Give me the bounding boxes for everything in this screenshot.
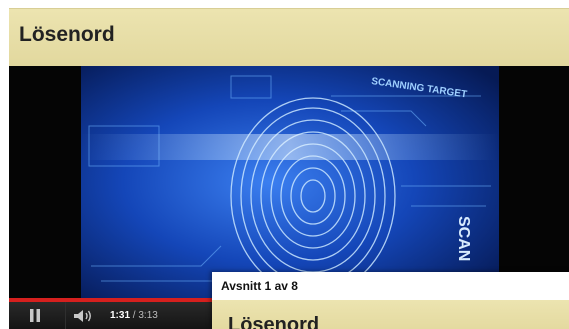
page: Lösenord SCANNING TARGET SCAN 1:31 / 3:1…: [0, 0, 569, 329]
duration: 3:13: [138, 310, 158, 321]
chapter-panel: Avsnitt 1 av 8 Lösenord: [212, 272, 569, 329]
volume-icon: [73, 309, 91, 322]
volume-button[interactable]: [65, 302, 99, 329]
scan-text: SCAN: [455, 216, 472, 261]
page-title: Lösenord: [19, 23, 115, 46]
chapter-title: Lösenord: [228, 314, 320, 329]
chapter-card[interactable]: Lösenord: [212, 300, 569, 329]
chapter-counter: Avsnitt 1 av 8: [221, 279, 298, 293]
video-frame[interactable]: SCANNING TARGET SCAN: [81, 66, 499, 298]
time-display: 1:31 / 3:13: [110, 310, 158, 321]
current-time: 1:31: [110, 310, 131, 321]
page-header: Lösenord: [9, 8, 569, 66]
pause-button[interactable]: [21, 302, 49, 329]
pause-icon: [30, 309, 40, 322]
